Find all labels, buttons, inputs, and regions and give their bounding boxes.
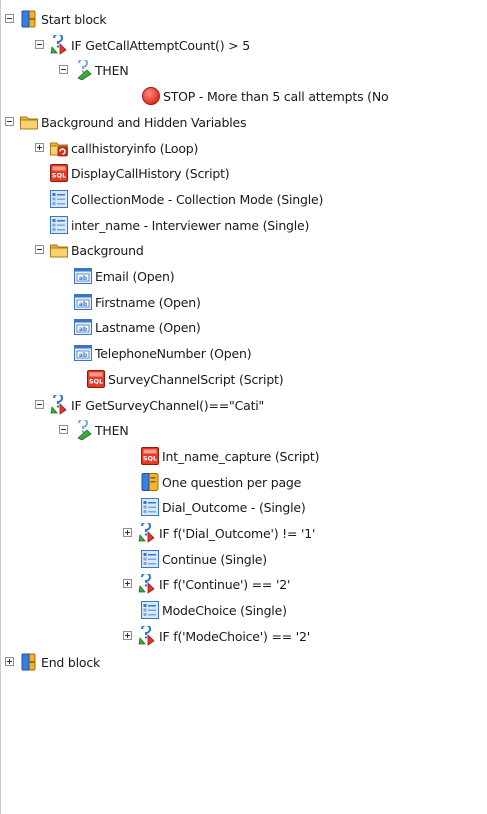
- tree-node-label: IF f('Dial_Outcome') != '1': [159, 526, 316, 541]
- single-icon: [140, 497, 160, 517]
- single-icon: [140, 549, 160, 569]
- tree-node-label: Email (Open): [95, 269, 175, 284]
- if-icon: [137, 523, 157, 543]
- tree-node-label: IF f('ModeChoice') == '2': [159, 628, 310, 644]
- tree-node-label: CollectionMode - Collection Mode (Single…: [71, 191, 324, 207]
- collapse-icon[interactable]: [59, 65, 68, 75]
- svg-text:SQL: SQL: [89, 377, 103, 385]
- tree-node-label: IF GetSurveyChannel()=="Cati": [71, 397, 265, 413]
- tree-node-dial-outcome-single[interactable]: Dial_Outcome - (Single): [1, 496, 487, 520]
- tree-node-background[interactable]: Background: [1, 239, 487, 263]
- collapse-icon[interactable]: [35, 245, 44, 255]
- tree-node-label: ModeChoice (Single): [162, 603, 287, 619]
- tree-node-modechoice-single[interactable]: ModeChoice (Single): [1, 599, 487, 623]
- tree-node-telephonenumber-open[interactable]: ab TelephoneNumber (Open): [1, 342, 487, 366]
- loop-icon: [49, 138, 69, 158]
- tree-node-callhistoryinfo-loop[interactable]: callhistoryinfo (Loop): [1, 137, 487, 161]
- tree-node-if-getcallattemptcount-5[interactable]: IF GetCallAttemptCount() > 5: [1, 34, 487, 58]
- script-icon: SQL: [140, 446, 160, 466]
- tree-node-start-block[interactable]: Start block: [1, 8, 487, 32]
- tree-node-if-f-continue-2[interactable]: IF f('Continue') == '2': [1, 573, 487, 597]
- block-icon: [19, 652, 39, 672]
- folder-icon: [19, 112, 39, 132]
- svg-text:SQL: SQL: [52, 172, 66, 180]
- tree-node-label: End block: [41, 654, 101, 670]
- expand-icon[interactable]: [35, 142, 44, 152]
- block-icon: [19, 9, 39, 29]
- tree-node-label: Dial_Outcome - (Single): [162, 500, 306, 516]
- single-icon: [49, 189, 69, 209]
- tree-node-label: callhistoryinfo (Loop): [71, 140, 199, 156]
- if-icon: [49, 34, 69, 55]
- tree-node-email-open[interactable]: ab Email (Open): [1, 265, 487, 289]
- tree-node-stop-more-than-5-call-attempts-no[interactable]: STOP - More than 5 call attempts (No: [1, 85, 487, 109]
- single-icon: [140, 600, 160, 620]
- collapse-icon[interactable]: [35, 399, 44, 409]
- tree-node-then[interactable]: THEN: [1, 59, 487, 83]
- expand-icon[interactable]: [5, 656, 14, 666]
- tree-node-label: Background and Hidden Variables: [41, 114, 247, 130]
- tree-node-end-block[interactable]: End block: [1, 651, 487, 675]
- script-icon: SQL: [86, 369, 106, 389]
- open-icon: ab: [73, 343, 93, 363]
- tree-node-displaycallhistory-script[interactable]: SQL DisplayCallHistory (Script): [1, 162, 487, 186]
- tree-node-label: THEN: [95, 423, 129, 439]
- tree-node-collectionmode-collection-mode-single[interactable]: CollectionMode - Collection Mode (Single…: [1, 188, 487, 212]
- collapse-icon[interactable]: [35, 39, 44, 49]
- tree-node-label: THEN: [95, 63, 129, 79]
- if-icon: [49, 394, 69, 415]
- if-icon: [137, 625, 157, 646]
- if-icon: [137, 574, 157, 595]
- tree-node-label: DisplayCallHistory (Script): [71, 166, 230, 182]
- tree-node-label: Background: [71, 243, 144, 259]
- svg-text:ab: ab: [79, 275, 88, 282]
- tree-node-then[interactable]: THEN: [1, 419, 487, 443]
- tree-node-label: inter_name - Interviewer name (Single): [71, 217, 310, 233]
- open-icon: ab: [73, 266, 93, 286]
- open-icon: ab: [73, 292, 93, 312]
- tree-node-label: SurveyChannelScript (Script): [108, 371, 284, 387]
- svg-text:ab: ab: [79, 301, 88, 308]
- tree-node-inter-name-interviewer-name-single[interactable]: inter_name - Interviewer name (Single): [1, 214, 487, 238]
- tree-node-lastname-open[interactable]: ab Lastname (Open): [1, 316, 487, 340]
- tree-node-label: IF GetCallAttemptCount() > 5: [71, 37, 250, 53]
- tree-node-label: STOP - More than 5 call attempts (No: [163, 89, 389, 105]
- collapse-icon[interactable]: [5, 116, 14, 126]
- tree-node-int-name-capture-script[interactable]: SQL Int_name_capture (Script): [1, 445, 487, 469]
- tree-node-label: IF f('Continue') == '2': [159, 577, 291, 593]
- tree-node-label: TelephoneNumber (Open): [95, 346, 252, 362]
- svg-text:SQL: SQL: [143, 454, 157, 462]
- tree-node-label: Lastname (Open): [95, 320, 201, 336]
- tree-node-background-and-hidden-variables[interactable]: Background and Hidden Variables: [1, 111, 487, 135]
- collapse-icon[interactable]: [5, 14, 14, 23]
- svg-text:ab: ab: [79, 326, 88, 333]
- tree-node-if-f-modechoice-2[interactable]: IF f('ModeChoice') == '2': [1, 625, 487, 649]
- stop-icon: [141, 86, 161, 106]
- tree-node-if-f-dial-outcome-1[interactable]: IF f('Dial_Outcome') != '1': [1, 522, 487, 546]
- collapse-icon[interactable]: [59, 425, 68, 435]
- page-icon: [140, 472, 160, 492]
- tree-node-label: Start block: [41, 12, 107, 27]
- open-icon: ab: [73, 317, 93, 337]
- tree-node-firstname-open[interactable]: ab Firstname (Open): [1, 291, 487, 315]
- folder-icon: [49, 240, 69, 260]
- expand-icon[interactable]: [123, 630, 132, 640]
- tree-node-label: Firstname (Open): [95, 294, 201, 310]
- tree-node-if-getsurveychannel-cati[interactable]: IF GetSurveyChannel()=="Cati": [1, 394, 487, 418]
- then-icon: [73, 420, 93, 441]
- single-icon: [49, 215, 69, 235]
- tree-node-label: Continue (Single): [162, 551, 267, 567]
- questionnaire-tree: Start block IF GetCallAttemptCount() > 5 T…: [0, 0, 487, 814]
- tree-node-surveychannelscript-script[interactable]: SQL SurveyChannelScript (Script): [1, 368, 487, 392]
- script-icon: SQL: [49, 163, 69, 183]
- expand-icon[interactable]: [123, 528, 132, 537]
- expand-icon[interactable]: [123, 579, 132, 589]
- tree-node-continue-single[interactable]: Continue (Single): [1, 548, 487, 572]
- tree-node-one-question-per-page[interactable]: One question per page: [1, 471, 487, 495]
- tree-node-label: Int_name_capture (Script): [162, 448, 320, 464]
- tree-node-label: One question per page: [162, 474, 302, 490]
- svg-text:ab: ab: [79, 352, 88, 359]
- then-icon: [73, 60, 93, 81]
